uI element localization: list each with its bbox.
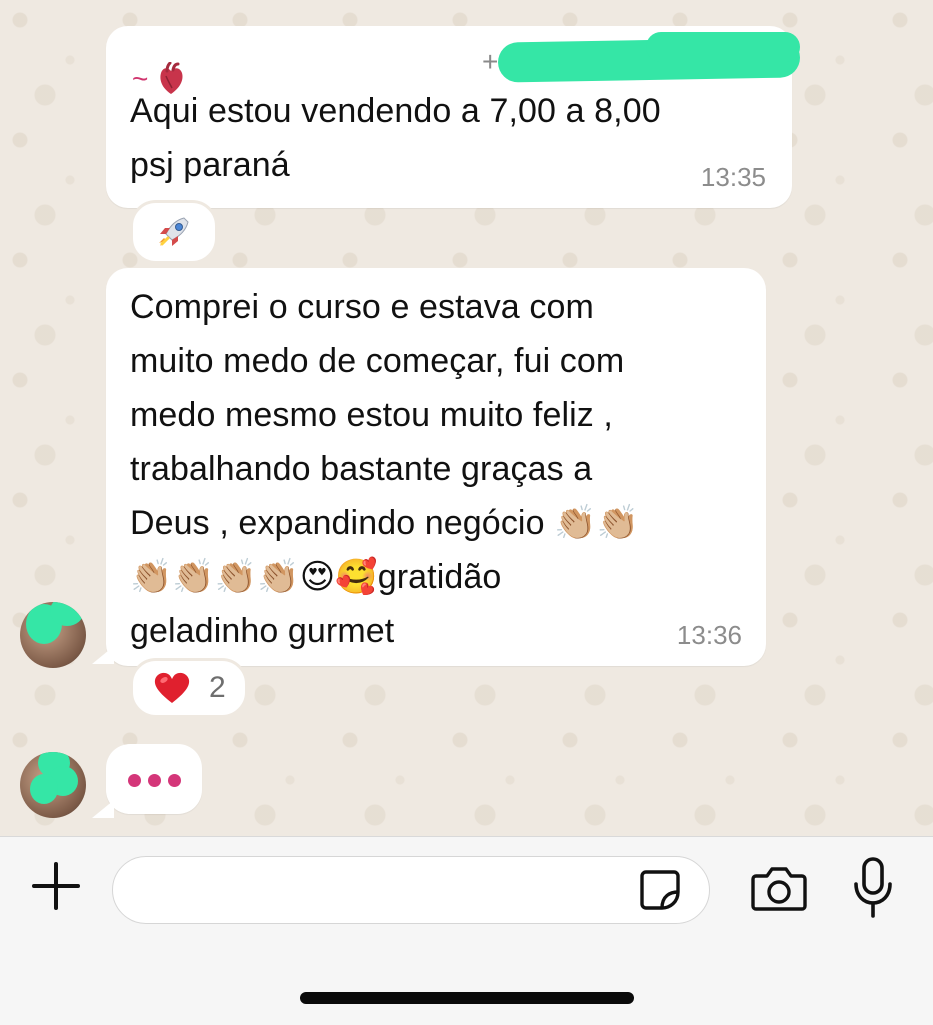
redaction-mark — [646, 32, 800, 62]
reaction-badge[interactable]: 2 — [130, 658, 248, 718]
microphone-icon[interactable] — [848, 856, 898, 920]
typing-indicator — [106, 744, 202, 814]
bubble-tail — [92, 800, 114, 818]
red-heart-icon — [154, 672, 190, 703]
phone-prefix: + — [482, 46, 499, 77]
typing-dot — [128, 774, 141, 787]
plus-icon[interactable] — [30, 860, 82, 912]
sticker-icon[interactable] — [636, 866, 684, 914]
typing-dot — [148, 774, 161, 787]
camera-icon[interactable] — [750, 862, 808, 914]
message-time: 13:35 — [700, 162, 766, 192]
message-time: 13:36 — [676, 620, 742, 650]
typing-dots-icon — [128, 774, 181, 787]
avatar[interactable] — [20, 752, 86, 818]
redaction-mark — [30, 774, 58, 804]
typing-dot — [168, 774, 181, 787]
message-text: Aqui estou vendendo a 7,00 a 8,00 psj pa… — [130, 92, 661, 184]
redaction-mark — [50, 602, 84, 626]
message-bubble-1[interactable]: ~ + Aqui estou vendendo a 7,00 a 8,00 ps… — [106, 26, 801, 208]
rocket-icon — [159, 217, 189, 246]
avatar[interactable] — [20, 602, 86, 668]
reaction-badge[interactable] — [130, 200, 218, 264]
message-text: Comprei o curso e estava com muito medo … — [130, 288, 639, 650]
home-indicator — [300, 992, 634, 1004]
reaction-count: 2 — [209, 671, 226, 704]
message-input[interactable] — [112, 856, 710, 924]
message-bubble-2[interactable]: Comprei o curso e estava com muito medo … — [106, 268, 766, 666]
bubble-tail — [92, 646, 114, 664]
chat-background: ~ + Aqui estou vendendo a 7,00 a 8,00 ps… — [0, 0, 933, 836]
